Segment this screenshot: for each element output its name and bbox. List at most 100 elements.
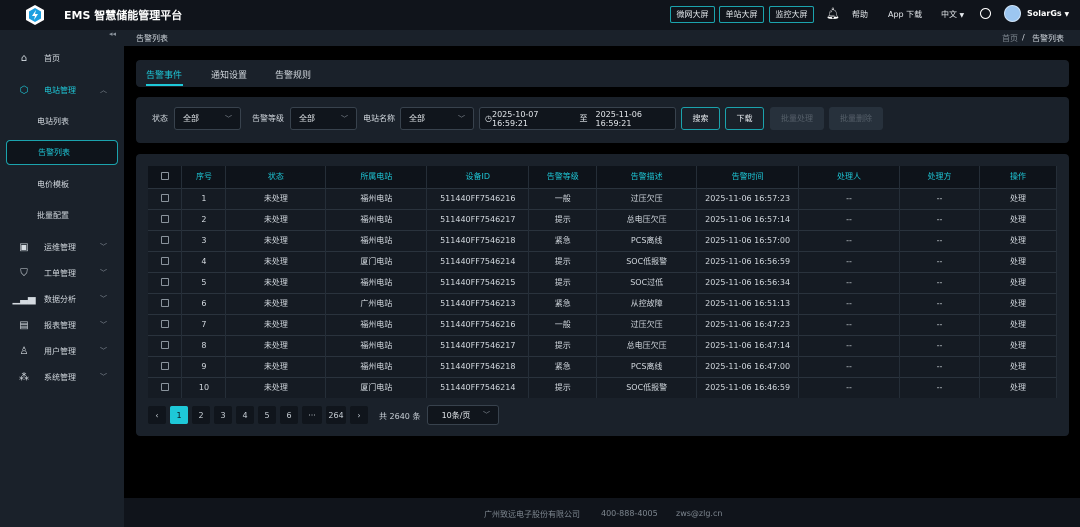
table-cell: 6 bbox=[181, 292, 227, 314]
sidebar-item-batch-config[interactable]: 批量配置 bbox=[6, 203, 118, 228]
status-label: 状态 bbox=[152, 114, 168, 123]
process-action-link[interactable]: 处理 bbox=[979, 292, 1058, 314]
table-cell: 511440FF7546216 bbox=[426, 313, 530, 335]
select-all-checkbox[interactable] bbox=[148, 166, 183, 188]
next-page-button[interactable]: › bbox=[350, 406, 368, 424]
table-cell: 2025-11-06 16:57:00 bbox=[696, 229, 800, 251]
prev-page-button[interactable]: ‹ bbox=[148, 406, 166, 424]
breadcrumb-bar: 告警列表 首页 / 告警列表 bbox=[124, 30, 1080, 46]
table-cell: 5 bbox=[181, 271, 227, 293]
monitor-icon: ▣ bbox=[19, 241, 29, 253]
language-select[interactable]: 中文 ▼ bbox=[941, 9, 964, 20]
footer-phone: 400-888-4005 bbox=[601, 509, 658, 518]
table-cell: 3 bbox=[181, 229, 227, 251]
sidebar-item-system[interactable]: ⁂ 系统管理 ﹀ bbox=[0, 367, 124, 387]
table-cell: 未处理 bbox=[225, 334, 327, 356]
sidebar-item-users[interactable]: ♙ 用户管理 ﹀ bbox=[0, 341, 124, 361]
search-button[interactable]: 搜索 bbox=[681, 107, 720, 130]
page-size-select[interactable]: 10条/页 ﹀ bbox=[427, 405, 499, 425]
row-checkbox[interactable] bbox=[148, 334, 183, 356]
batch-delete-button[interactable]: 批量删除 bbox=[829, 107, 883, 130]
process-action-link[interactable]: 处理 bbox=[979, 271, 1058, 293]
row-checkbox[interactable] bbox=[148, 187, 183, 209]
station-select[interactable]: 全部 ﹀ bbox=[400, 107, 474, 130]
process-action-link[interactable]: 处理 bbox=[979, 376, 1058, 398]
table-cell: 未处理 bbox=[225, 292, 327, 314]
download-button[interactable]: 下载 bbox=[725, 107, 764, 130]
app-title: EMS 智慧储能管理平台 bbox=[64, 9, 183, 22]
table-cell: 2025-11-06 16:56:34 bbox=[696, 271, 800, 293]
row-checkbox[interactable] bbox=[148, 208, 183, 230]
row-checkbox[interactable] bbox=[148, 355, 183, 377]
page-button[interactable]: 5 bbox=[258, 406, 276, 424]
process-action-link[interactable]: 处理 bbox=[979, 355, 1058, 377]
column-header: 所属电站 bbox=[325, 166, 428, 188]
row-checkbox[interactable] bbox=[148, 250, 183, 272]
tab-notification-settings[interactable]: 通知设置 bbox=[211, 68, 247, 81]
table-cell: 未处理 bbox=[225, 313, 327, 335]
page-button[interactable]: 2 bbox=[192, 406, 210, 424]
column-header: 序号 bbox=[181, 166, 227, 188]
table-cell: SOC低报警 bbox=[596, 250, 698, 272]
collapse-icon[interactable]: ◂◂ bbox=[109, 30, 116, 38]
date-start[interactable]: 2025-10-07 16:59:21 bbox=[492, 110, 572, 128]
process-action-link[interactable]: 处理 bbox=[979, 313, 1058, 335]
tab-alarm-rules[interactable]: 告警规则 bbox=[275, 68, 311, 81]
clock-icon[interactable] bbox=[980, 8, 991, 19]
alarm-table: 序号 状态 所属电站 设备ID 告警等级 告警描述 告警时间 处理人 处理方 操… bbox=[148, 166, 1058, 398]
sidebar-item-price-template[interactable]: 电价模板 bbox=[6, 172, 118, 197]
status-select[interactable]: 全部 ﹀ bbox=[174, 107, 241, 130]
row-checkbox[interactable] bbox=[148, 229, 183, 251]
help-link[interactable]: 帮助 bbox=[852, 9, 868, 20]
table-cell: 一般 bbox=[528, 187, 598, 209]
process-action-link[interactable]: 处理 bbox=[979, 250, 1058, 272]
column-header: 处理人 bbox=[798, 166, 901, 188]
sidebar-item-work-orders[interactable]: ⛉ 工单管理 ﹀ bbox=[0, 263, 124, 283]
table-cell: 未处理 bbox=[225, 250, 327, 272]
date-range-picker[interactable]: ◷ 2025-10-07 16:59:21 至 2025-11-06 16:59:21 bbox=[479, 107, 676, 130]
page-button[interactable]: 1 bbox=[170, 406, 188, 424]
sidebar-item-reports[interactable]: ▤ 报表管理 ﹀ bbox=[0, 315, 124, 335]
monitor-screen-button[interactable]: 监控大屏 bbox=[769, 6, 814, 23]
sidebar-item-station-management[interactable]: ⬡ 电站管理 ︿ bbox=[0, 80, 124, 100]
user-menu[interactable]: SolarGs ▼ bbox=[1027, 9, 1069, 18]
column-header: 处理方 bbox=[899, 166, 980, 188]
row-checkbox[interactable] bbox=[148, 271, 183, 293]
chevron-down-icon: ﹀ bbox=[100, 295, 107, 303]
table-cell: -- bbox=[899, 376, 980, 398]
tab-alarm-events[interactable]: 告警事件 bbox=[146, 68, 182, 81]
sidebar-item-alarm-list[interactable]: 告警列表 bbox=[6, 140, 118, 165]
process-action-link[interactable]: 处理 bbox=[979, 334, 1058, 356]
bell-icon[interactable]: 🔔︎ bbox=[826, 7, 840, 20]
sidebar-item-label: 首页 bbox=[44, 53, 60, 63]
row-checkbox[interactable] bbox=[148, 292, 183, 314]
app-download-link[interactable]: App 下载 bbox=[888, 9, 922, 20]
batch-process-button[interactable]: 批量处理 bbox=[770, 107, 824, 130]
microgrid-screen-button[interactable]: 微网大屏 bbox=[670, 6, 715, 23]
breadcrumb-home[interactable]: 首页 bbox=[1002, 33, 1018, 44]
station-label: 电站名称 bbox=[363, 114, 395, 123]
table-cell: 511440FF7546214 bbox=[426, 250, 530, 272]
single-station-screen-button[interactable]: 单站大屏 bbox=[719, 6, 764, 23]
sidebar-item-operations[interactable]: ▣ 运维管理 ﹀ bbox=[0, 237, 124, 257]
page-button[interactable]: 264 bbox=[326, 406, 346, 424]
sidebar-item-data-analysis[interactable]: ▁▃▅ 数据分析 ﹀ bbox=[0, 289, 124, 309]
page-button[interactable]: 6 bbox=[280, 406, 298, 424]
page-button[interactable]: 3 bbox=[214, 406, 232, 424]
row-checkbox[interactable] bbox=[148, 376, 183, 398]
table-cell: 从控故障 bbox=[596, 292, 698, 314]
apps-icon: ⁂ bbox=[19, 371, 29, 383]
process-action-link[interactable]: 处理 bbox=[979, 208, 1058, 230]
level-select[interactable]: 全部 ﹀ bbox=[290, 107, 357, 130]
page-button[interactable]: 4 bbox=[236, 406, 254, 424]
process-action-link[interactable]: 处理 bbox=[979, 187, 1058, 209]
sidebar-item-station-list[interactable]: 电站列表 bbox=[6, 109, 118, 134]
table-cell: 紧急 bbox=[528, 355, 598, 377]
sidebar-item-label: 运维管理 bbox=[44, 242, 76, 252]
sidebar-item-home[interactable]: ⌂ 首页 bbox=[0, 48, 124, 68]
more-pages-button[interactable]: ··· bbox=[302, 406, 322, 424]
avatar[interactable] bbox=[1004, 5, 1021, 22]
row-checkbox[interactable] bbox=[148, 313, 183, 335]
process-action-link[interactable]: 处理 bbox=[979, 229, 1058, 251]
date-end[interactable]: 2025-11-06 16:59:21 bbox=[595, 110, 675, 128]
